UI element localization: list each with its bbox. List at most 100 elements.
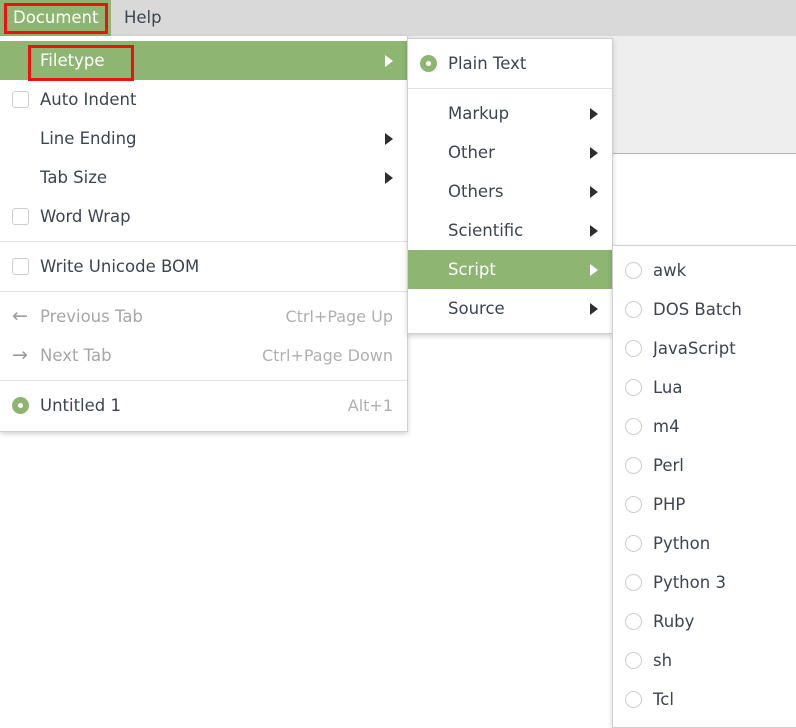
application-window: Document Help Filetype Auto Indent Line End…: [0, 0, 796, 728]
document-menu-item-auto-indent[interactable]: Auto Indent: [0, 80, 407, 119]
submenu-arrow-icon: [590, 107, 612, 120]
script-menu-item-dos-batch[interactable]: DOS Batch: [613, 290, 796, 329]
radio-unselected-icon[interactable]: [624, 418, 642, 435]
checkbox-unchecked-icon[interactable]: [11, 91, 29, 108]
radio-unselected-icon[interactable]: [624, 262, 642, 279]
submenu-arrow-icon: [590, 224, 612, 237]
submenu-arrow-icon: [590, 263, 612, 276]
menu-item-label: sh: [653, 651, 673, 670]
document-menu-popup: Filetype Auto Indent Line Ending Tab Size Wo…: [0, 36, 408, 432]
radio-unselected-icon[interactable]: [624, 496, 642, 513]
submenu-arrow-icon: [590, 185, 612, 198]
radio-unselected-icon[interactable]: [624, 613, 642, 630]
menu-item-label: PHP: [653, 495, 686, 514]
triangle-right-glyph: [590, 146, 598, 159]
filetype-menu-item-source[interactable]: Source: [408, 289, 612, 328]
document-menu-item-untitled-1[interactable]: Untitled 1 Alt+1: [0, 386, 407, 425]
triangle-right-glyph: [385, 171, 393, 184]
script-menu-item-javascript[interactable]: JavaScript: [613, 329, 796, 368]
menu-item-label: Scientific: [448, 221, 524, 240]
arrow-left-icon: ←: [0, 307, 40, 326]
script-menu-item-sh[interactable]: sh: [613, 641, 796, 680]
submenu-arrow-icon: [385, 132, 407, 145]
menu-item-label: Script: [448, 260, 496, 279]
radio-icon: [613, 301, 653, 318]
menu-item-label: Ruby: [653, 612, 695, 631]
menu-item-label: Line Ending: [40, 129, 137, 148]
menu-separator: [0, 291, 407, 292]
arrow-right-glyph: →: [12, 344, 28, 366]
checkbox-unchecked-icon[interactable]: [11, 258, 29, 275]
radio-icon: [613, 535, 653, 552]
script-menu-item-perl[interactable]: Perl: [613, 446, 796, 485]
filetype-menu-item-markup[interactable]: Markup: [408, 94, 612, 133]
document-menu-item-line-ending[interactable]: Line Ending: [0, 119, 407, 158]
radio-selected-icon[interactable]: [11, 397, 29, 414]
menu-item-label: JavaScript: [653, 339, 736, 358]
radio-unselected-icon[interactable]: [624, 379, 642, 396]
radio-icon: [613, 379, 653, 396]
filetype-menu-item-others[interactable]: Others: [408, 172, 612, 211]
checkbox-icon: [0, 258, 40, 275]
checkbox-icon: [0, 208, 40, 225]
filetype-submenu-popup: Plain Text Markup Other Others Scientific Scr…: [407, 38, 613, 334]
radio-unselected-icon[interactable]: [624, 340, 642, 357]
menu-item-label: Tcl: [653, 690, 674, 709]
submenu-arrow-icon: [590, 146, 612, 159]
radio-icon: [408, 55, 448, 72]
radio-unselected-icon[interactable]: [624, 301, 642, 318]
filetype-menu-item-scientific[interactable]: Scientific: [408, 211, 612, 250]
checkbox-unchecked-icon[interactable]: [11, 208, 29, 225]
filetype-menu-item-script[interactable]: Script: [408, 250, 612, 289]
menu-item-label: Source: [448, 299, 505, 318]
radio-unselected-icon[interactable]: [624, 652, 642, 669]
radio-unselected-icon[interactable]: [624, 535, 642, 552]
submenu-arrow-icon: [590, 302, 612, 315]
document-menu-item-previous-tab: ← Previous Tab Ctrl+Page Up: [0, 297, 407, 336]
menu-item-label: Tab Size: [40, 168, 108, 187]
radio-unselected-icon[interactable]: [624, 691, 642, 708]
menu-item-label: Write Unicode BOM: [40, 257, 200, 276]
menu-item-label: m4: [653, 417, 680, 436]
menu-item-label: Other: [448, 143, 495, 162]
filetype-menu-item-plain-text[interactable]: Plain Text: [408, 44, 612, 83]
radio-icon: [613, 496, 653, 513]
triangle-right-glyph: [590, 107, 598, 120]
document-menu-item-word-wrap[interactable]: Word Wrap: [0, 197, 407, 236]
radio-unselected-icon[interactable]: [624, 457, 642, 474]
checkbox-icon: [0, 91, 40, 108]
script-menu-item-awk[interactable]: awk: [613, 251, 796, 290]
document-menu-item-tab-size[interactable]: Tab Size: [0, 158, 407, 197]
script-menu-item-php[interactable]: PHP: [613, 485, 796, 524]
script-menu-item-python-3[interactable]: Python 3: [613, 563, 796, 602]
menu-item-label: Auto Indent: [40, 90, 137, 109]
radio-icon: [613, 691, 653, 708]
menu-item-label: Next Tab: [40, 346, 112, 365]
script-menu-item-lua[interactable]: Lua: [613, 368, 796, 407]
menu-item-label: awk: [653, 261, 687, 280]
menu-item-label: Perl: [653, 456, 684, 475]
menu-item-label: Python 3: [653, 573, 726, 592]
menubar-item-document[interactable]: Document: [0, 0, 112, 36]
submenu-arrow-icon: [385, 171, 407, 184]
script-menu-item-m4[interactable]: m4: [613, 407, 796, 446]
document-menu-item-filetype[interactable]: Filetype: [0, 41, 407, 80]
radio-icon: [613, 418, 653, 435]
triangle-right-glyph: [590, 302, 598, 315]
menu-item-label: Filetype: [40, 51, 105, 70]
filetype-menu-item-other[interactable]: Other: [408, 133, 612, 172]
script-menu-item-ruby[interactable]: Ruby: [613, 602, 796, 641]
arrow-right-icon: →: [0, 346, 40, 365]
radio-icon: [613, 613, 653, 630]
menu-item-label: Python: [653, 534, 711, 553]
radio-unselected-icon[interactable]: [624, 574, 642, 591]
document-menu-item-write-unicode-bom[interactable]: Write Unicode BOM: [0, 247, 407, 286]
radio-icon: [613, 262, 653, 279]
menubar-item-help[interactable]: Help: [111, 0, 175, 36]
arrow-left-glyph: ←: [12, 305, 28, 327]
triangle-right-glyph: [385, 54, 393, 67]
menu-item-shortcut: Ctrl+Page Up: [285, 307, 393, 326]
script-menu-item-python[interactable]: Python: [613, 524, 796, 563]
radio-selected-icon[interactable]: [419, 55, 437, 72]
script-menu-item-tcl[interactable]: Tcl: [613, 680, 796, 719]
